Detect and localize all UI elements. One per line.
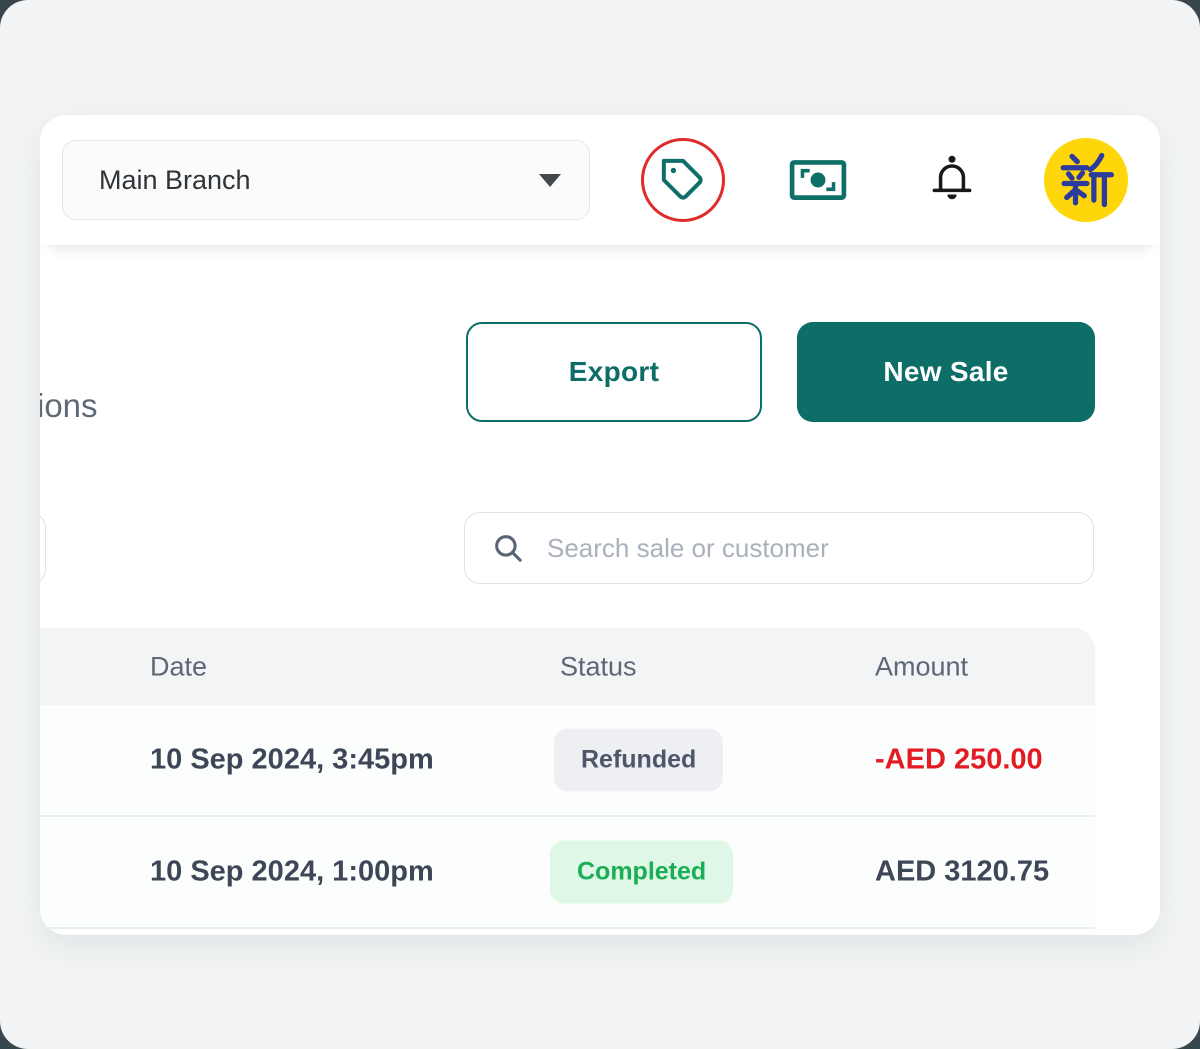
- page-title-fragment: ions: [40, 387, 98, 425]
- chevron-down-icon: [539, 174, 561, 187]
- cash-icon-button[interactable]: [776, 138, 860, 222]
- row-amount: AED 3120.75: [875, 856, 1049, 889]
- branch-selector[interactable]: Main Branch: [62, 140, 590, 220]
- main-card: Main Branch: [40, 115, 1160, 935]
- search-box: [464, 512, 1094, 584]
- status-badge-refunded: Refunded: [554, 729, 723, 792]
- search-icon: [491, 531, 525, 565]
- new-sale-button[interactable]: New Sale: [797, 322, 1095, 422]
- table-row[interactable]: 10 Sep 2024, 1:00pm Completed AED 3120.7…: [40, 817, 1095, 929]
- export-button[interactable]: Export: [466, 322, 762, 422]
- column-header-date: Date: [150, 651, 207, 682]
- row-date: 10 Sep 2024, 1:00pm: [150, 856, 434, 889]
- sales-table: Date Status Amount 10 Sep 2024, 3:45pm R…: [40, 628, 1095, 929]
- tag-icon-button[interactable]: [641, 138, 725, 222]
- filter-control-partial[interactable]: [40, 512, 46, 585]
- row-amount: -AED 250.00: [875, 744, 1043, 777]
- avatar-glyph-xin: [1058, 152, 1114, 208]
- column-header-amount: Amount: [875, 651, 968, 682]
- column-header-status: Status: [560, 651, 637, 682]
- notifications-button[interactable]: [910, 138, 994, 222]
- table-header: Date Status Amount: [40, 628, 1095, 705]
- search-input[interactable]: [547, 513, 1093, 583]
- table-row[interactable]: 10 Sep 2024, 3:45pm Refunded -AED 250.00: [40, 705, 1095, 817]
- row-date: 10 Sep 2024, 3:45pm: [150, 744, 434, 777]
- cash-icon: [789, 159, 847, 201]
- status-badge-completed: Completed: [550, 841, 733, 904]
- top-bar: Main Branch: [40, 115, 1160, 245]
- avatar[interactable]: [1044, 138, 1128, 222]
- branch-selector-value: Main Branch: [99, 165, 251, 196]
- tag-icon: [660, 157, 706, 203]
- bell-icon: [927, 153, 977, 207]
- app-page: Main Branch: [0, 0, 1200, 1049]
